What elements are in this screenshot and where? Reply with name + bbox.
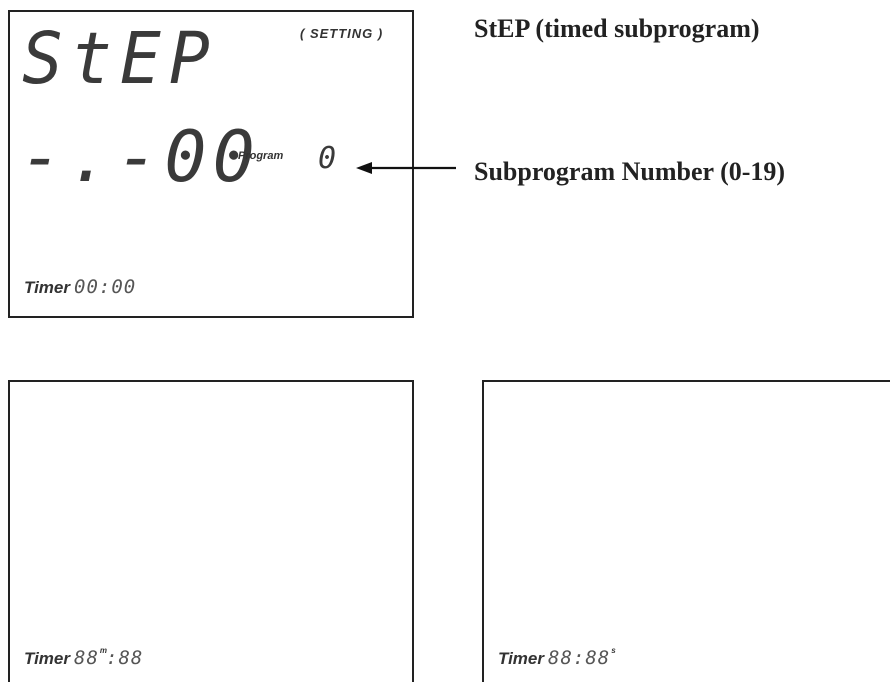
program-number: 0: [318, 141, 339, 176]
minutes-unit-indicator: m: [99, 646, 108, 655]
subprogram-number-label: Subprogram Number (0-19): [474, 157, 786, 186]
timer-seconds: Timer 88:88 s: [498, 646, 616, 669]
seconds-unit-indicator: s: [611, 646, 616, 655]
setting-indicator: ( SETTING ): [300, 26, 384, 41]
timer-value-minutes: 88: [74, 647, 99, 669]
timer-main: Timer 00:00: [24, 276, 136, 298]
mode-text: StEP: [22, 18, 218, 101]
timer-value: 00:00: [74, 276, 137, 298]
lcd-display-seconds: [482, 380, 890, 682]
timer-label: Timer: [24, 649, 70, 668]
program-label: Program: [238, 150, 284, 162]
diagram-title: StEP (timed subprogram): [474, 14, 760, 43]
value-display: -.-00: [20, 116, 261, 198]
timer-minutes: Timer 88 m :88: [24, 646, 144, 669]
timer-label: Timer: [24, 278, 70, 297]
timer-value: 88:88: [548, 647, 611, 669]
timer-label: Timer: [498, 649, 544, 668]
timer-value-seconds: :88: [106, 647, 144, 669]
lcd-display-minutes: [8, 380, 414, 682]
